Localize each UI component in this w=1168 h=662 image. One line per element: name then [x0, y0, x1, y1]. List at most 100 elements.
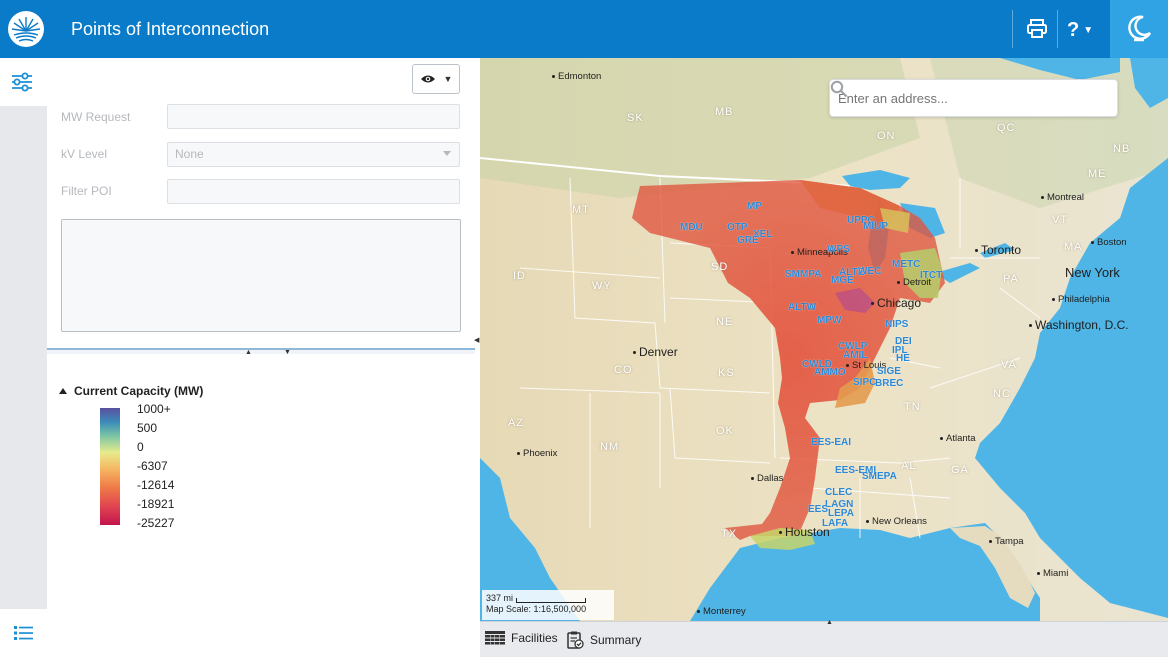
sliders-icon	[12, 72, 32, 92]
zone-label[interactable]: MDU	[680, 222, 703, 233]
header-divider	[1012, 10, 1013, 48]
region-label: ME	[1088, 168, 1107, 180]
region-label: NC	[993, 388, 1011, 400]
zone-label[interactable]: MP	[747, 201, 762, 212]
search-icon[interactable]	[830, 80, 848, 98]
zone-label[interactable]: LAFA	[822, 518, 848, 529]
app-title: Points of Interconnection	[71, 19, 270, 39]
region-label: NB	[1113, 143, 1131, 155]
zone-label[interactable]: METC	[892, 259, 920, 270]
region-label: MT	[572, 204, 590, 216]
city-label: Philadelphia	[1052, 294, 1110, 305]
caret-down-icon: ▼	[1083, 24, 1094, 36]
tab-summary[interactable]: Summary	[567, 631, 641, 649]
zone-label[interactable]: CLEC	[825, 487, 852, 498]
clipboard-check-icon	[567, 631, 584, 649]
tab-summary-label: Summary	[590, 633, 642, 647]
legend-label: -25227	[137, 516, 175, 530]
print-button[interactable]	[1025, 18, 1049, 40]
zone-label[interactable]: ALTW	[788, 302, 816, 313]
caret-down-icon	[443, 151, 451, 156]
legend-color-ramp	[100, 408, 120, 525]
kv-level-select[interactable]: None	[167, 142, 460, 167]
city-label: Dallas	[751, 473, 783, 484]
left-rail	[0, 58, 47, 657]
zone-label[interactable]: ITCT	[920, 270, 942, 281]
legend-label: -12614	[137, 478, 175, 492]
legend-label: -6307	[137, 459, 168, 473]
zone-label[interactable]: NIPS	[885, 319, 908, 330]
zone-label[interactable]: GRE	[737, 235, 759, 246]
header-divider	[1057, 10, 1058, 48]
city-label: Boston	[1091, 237, 1127, 248]
zone-label[interactable]: EES-EAI	[811, 437, 851, 448]
region-label: AZ	[508, 417, 525, 429]
region-label: MA	[1064, 241, 1083, 253]
map-scale: 337 mi Map Scale: 1:16,500,000	[482, 590, 614, 620]
region-label: PA	[1003, 273, 1019, 285]
city-label: New Orleans	[866, 516, 927, 527]
scale-line	[516, 598, 586, 603]
zone-label[interactable]: EES	[808, 504, 828, 515]
zone-label[interactable]: MPW	[817, 315, 841, 326]
region-label: ID	[513, 270, 526, 282]
zone-label[interactable]: SIGE	[877, 366, 901, 377]
visibility-toggle-button[interactable]: ▼	[412, 64, 460, 94]
list-icon	[14, 626, 33, 640]
legend-header[interactable]: Current Capacity (MW)	[59, 384, 203, 398]
zone-label[interactable]: WPS	[827, 244, 850, 255]
expand-up-icon[interactable]: ▲	[826, 619, 833, 626]
city-label: Edmonton	[552, 71, 601, 82]
region-label: ON	[877, 130, 896, 142]
app-logo	[8, 11, 44, 47]
poi-list-box[interactable]	[61, 219, 461, 332]
map-view[interactable]: SK MB ON QC NB ME VT MA MT ID WY SD NE C…	[480, 58, 1168, 621]
region-label: KS	[718, 367, 735, 379]
zone-label[interactable]: SIPC	[853, 377, 876, 388]
zone-label[interactable]: OTP	[727, 222, 748, 233]
mw-request-input[interactable]	[167, 104, 460, 129]
zone-label[interactable]: SMEPA	[862, 471, 897, 482]
region-label: VT	[1052, 214, 1069, 226]
collapse-up-icon[interactable]: ▲	[245, 349, 252, 356]
legend-title: Current Capacity (MW)	[74, 384, 204, 398]
city-label: Tampa	[989, 536, 1024, 547]
region-label: GA	[951, 464, 969, 476]
bottom-tab-bar: ▲ Facilities Summary	[480, 619, 1168, 657]
app-header: Points of Interconnection ? ▼	[0, 0, 1168, 58]
zone-label[interactable]: BREC	[875, 378, 903, 389]
caret-down-icon: ▼	[443, 74, 453, 84]
filter-poi-input[interactable]	[167, 179, 460, 204]
city-label: Atlanta	[940, 433, 976, 444]
filter-poi-label: Filter POI	[61, 184, 112, 198]
legend-label: 0	[137, 440, 144, 454]
tab-facilities[interactable]: Facilities	[485, 631, 558, 645]
city-label: Denver	[633, 345, 678, 359]
eye-icon	[420, 75, 435, 83]
expand-triangle-icon	[59, 388, 67, 394]
zone-label[interactable]: MIUP	[863, 221, 888, 232]
legend-label: 1000+	[137, 402, 171, 416]
zone-label[interactable]: AMIL	[843, 350, 867, 361]
region-label: OK	[716, 425, 734, 437]
zone-label[interactable]: SMMPA	[785, 269, 821, 280]
address-search-input[interactable]	[838, 88, 1078, 108]
filter-settings-button[interactable]	[0, 58, 47, 106]
region-label: NM	[600, 441, 620, 453]
list-view-button[interactable]	[0, 609, 47, 657]
region-label: CO	[614, 364, 633, 376]
city-label: Monterrey	[697, 606, 746, 617]
help-icon: ?	[1067, 18, 1080, 41]
zone-label[interactable]: HE	[896, 353, 910, 364]
panel-splitter[interactable]: ▲ ▼	[47, 348, 475, 356]
help-menu-button[interactable]: ? ▼	[1067, 18, 1093, 42]
city-label: Miami	[1037, 568, 1068, 579]
zone-label[interactable]: AMMO	[814, 367, 846, 378]
scale-text: Map Scale: 1:16,500,000	[486, 604, 587, 614]
legend-label: -18921	[137, 497, 175, 511]
collapse-left-icon[interactable]: ◀	[474, 336, 479, 344]
theme-toggle-button[interactable]	[1110, 0, 1168, 58]
region-label: TX	[721, 528, 738, 540]
zone-label[interactable]: WEC	[858, 266, 881, 277]
collapse-down-icon[interactable]: ▼	[284, 349, 291, 356]
